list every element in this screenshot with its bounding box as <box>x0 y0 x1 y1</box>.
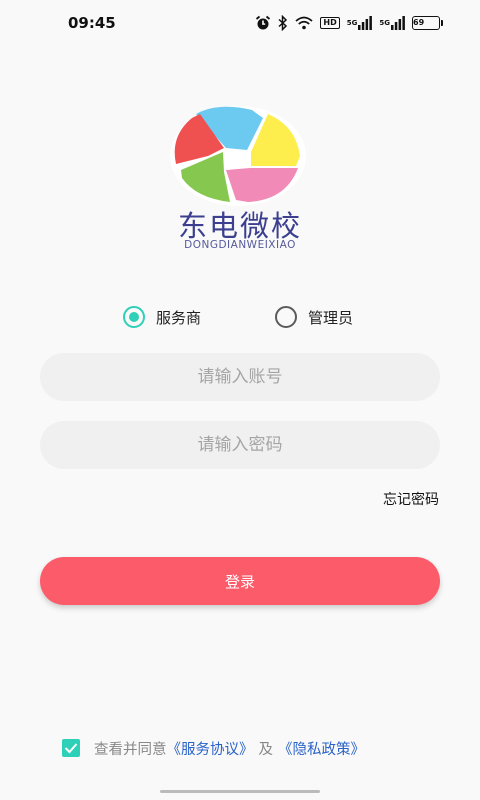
signal-icon-sim2: 5G <box>379 16 405 30</box>
login-button[interactable]: 登录 <box>40 557 440 605</box>
role-option-service-provider[interactable]: 服务商 <box>123 304 201 330</box>
status-bar: 09:45 HD 5G 5G 69 <box>0 0 480 46</box>
agreement-prefix: 查看并同意 <box>94 741 167 758</box>
status-icons: HD 5G 5G 69 <box>255 14 443 32</box>
role-label-admin: 管理员 <box>308 308 354 327</box>
password-input[interactable] <box>40 421 440 469</box>
sim2-network-label: 5G <box>379 18 390 27</box>
checkmark-icon <box>64 743 78 754</box>
agreement-row: 查看并同意 《服务协议》 及 《隐私政策》 <box>62 738 365 758</box>
wifi-icon <box>295 16 313 30</box>
home-indicator[interactable] <box>160 790 320 793</box>
app-logo <box>170 106 306 206</box>
status-time: 09:45 <box>68 14 116 32</box>
alarm-icon <box>255 15 271 31</box>
radio-unselected-icon[interactable] <box>275 306 297 328</box>
sim1-network-label: 5G <box>346 18 358 27</box>
privacy-policy-link[interactable]: 《隐私政策》 <box>278 738 365 759</box>
hd-badge: HD <box>320 17 340 29</box>
role-selector: 服务商 管理员 <box>0 304 480 330</box>
bluetooth-icon <box>278 15 288 31</box>
radio-selected-icon[interactable] <box>123 306 145 328</box>
forgot-password-link[interactable]: 忘记密码 <box>383 489 439 509</box>
agreement-conjunction: 及 <box>258 741 274 758</box>
service-agreement-link[interactable]: 《服务协议》 <box>167 738 254 759</box>
role-option-admin[interactable]: 管理员 <box>275 304 353 330</box>
logo-blade-pink <box>226 168 298 202</box>
agreement-checkbox[interactable] <box>62 739 80 757</box>
battery-icon: 69 <box>412 16 443 30</box>
account-input[interactable] <box>40 353 440 401</box>
signal-icon: 5G <box>347 16 373 30</box>
brand-subtitle: DONGDIANWEIXIAO <box>184 239 296 251</box>
role-label-service-provider: 服务商 <box>156 308 202 327</box>
